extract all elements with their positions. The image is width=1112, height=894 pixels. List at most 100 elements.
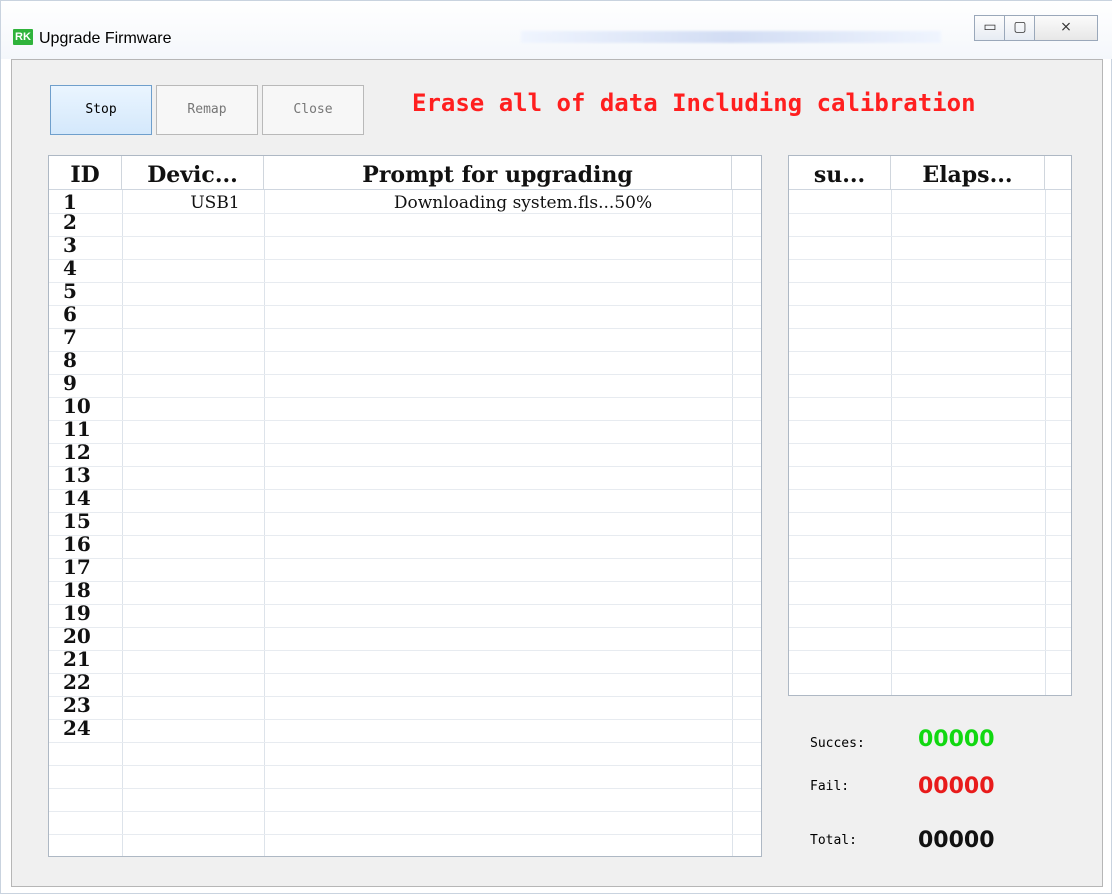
grid-row-line [49, 742, 761, 743]
column-header-prompt[interactable]: Prompt for upgrading [264, 156, 732, 190]
grid-row-line [49, 765, 761, 766]
grid-row-line [789, 443, 1071, 444]
row-id: 18 [63, 578, 91, 602]
row-id: 11 [63, 417, 91, 441]
column-header-filler [1045, 156, 1071, 190]
grid-row-line [789, 351, 1071, 352]
grid-row-line [49, 443, 761, 444]
grid-row-line [789, 604, 1071, 605]
row-prompt: Downloading system.fls...50% [393, 193, 653, 213]
grid-row-line [789, 259, 1071, 260]
row-id: 14 [63, 486, 91, 510]
total-count: 00000 [918, 828, 995, 853]
grid-row-line [49, 213, 761, 214]
row-id: 10 [63, 394, 91, 418]
maximize-button[interactable]: ▢ [1004, 15, 1036, 41]
grid-row-line [49, 236, 761, 237]
grid-row-line [789, 489, 1071, 490]
blurred-background-text [521, 31, 941, 43]
grid-row-line [49, 282, 761, 283]
grid-row-line [49, 328, 761, 329]
grid-row-line [789, 581, 1071, 582]
grid-row-line [789, 512, 1071, 513]
stop-button[interactable]: Stop [50, 85, 152, 135]
row-id: 19 [63, 601, 91, 625]
grid-row-line [789, 328, 1071, 329]
grid-row-line [49, 696, 761, 697]
grid-row-line [789, 558, 1071, 559]
grid-row-line [789, 213, 1071, 214]
grid-row-line [49, 305, 761, 306]
grid-row-line [49, 627, 761, 628]
grid-row-line [49, 466, 761, 467]
success-label: Succes: [810, 736, 865, 751]
grid-row-line [789, 627, 1071, 628]
fail-label: Fail: [810, 779, 850, 794]
grid-row-line [49, 788, 761, 789]
column-header-success[interactable]: su... [789, 156, 891, 190]
row-id: 1 [63, 190, 77, 214]
grid-row-line [49, 512, 761, 513]
grid-column-divider [732, 190, 733, 856]
column-header-elapsed[interactable]: Elaps... [891, 156, 1045, 190]
fail-count: 00000 [918, 774, 995, 799]
grid-row-line [49, 673, 761, 674]
row-id: 23 [63, 693, 91, 717]
row-id: 16 [63, 532, 91, 556]
row-id: 12 [63, 440, 91, 464]
remap-button[interactable]: Remap [156, 85, 258, 135]
grid-row-line [49, 650, 761, 651]
total-label: Total: [810, 833, 857, 848]
row-id: 13 [63, 463, 91, 487]
upgrade-firmware-window: RK Upgrade Firmware ▭ ▢ ⨯ Stop Remap Clo… [0, 0, 1112, 894]
grid-row-line [789, 282, 1071, 283]
grid-row-line [789, 673, 1071, 674]
grid-row-line [789, 305, 1071, 306]
rk-app-icon: RK [13, 29, 33, 45]
column-header-id[interactable]: ID [49, 156, 122, 190]
row-id: 8 [63, 348, 77, 372]
grid-row-line [49, 351, 761, 352]
grid-row-line [49, 420, 761, 421]
grid-row-line [789, 397, 1071, 398]
column-header-filler [732, 156, 761, 190]
grid-row-line [789, 466, 1071, 467]
row-id: 15 [63, 509, 91, 533]
grid-row-line [49, 259, 761, 260]
status-table[interactable]: su... Elaps... [788, 155, 1072, 696]
grid-row-line [49, 397, 761, 398]
grid-row-line [49, 581, 761, 582]
row-id: 3 [63, 233, 77, 257]
row-id: 21 [63, 647, 91, 671]
row-id: 20 [63, 624, 91, 648]
column-header-device[interactable]: Devic... [122, 156, 264, 190]
row-id: 5 [63, 279, 77, 303]
device-upgrade-table[interactable]: ID Devic... Prompt for upgrading 1 USB1 … [48, 155, 762, 857]
window-title: Upgrade Firmware [39, 30, 172, 47]
close-button[interactable]: Close [262, 85, 364, 135]
grid-row-line [49, 834, 761, 835]
row-id: 2 [63, 210, 77, 234]
success-count: 00000 [918, 727, 995, 752]
grid-row-line [49, 811, 761, 812]
grid-row-line [789, 236, 1071, 237]
grid-row-line [49, 558, 761, 559]
row-id: 7 [63, 325, 77, 349]
close-window-button[interactable]: ⨯ [1034, 15, 1098, 41]
row-id: 24 [63, 716, 91, 740]
grid-row-line [789, 374, 1071, 375]
grid-row-line [789, 420, 1071, 421]
row-id: 4 [63, 256, 77, 280]
row-id: 9 [63, 371, 77, 395]
minimize-button[interactable]: ▭ [974, 15, 1006, 41]
grid-row-line [789, 535, 1071, 536]
grid-column-divider [264, 190, 265, 856]
row-id: 22 [63, 670, 91, 694]
grid-row-line [49, 374, 761, 375]
grid-row-line [49, 535, 761, 536]
grid-row-line [49, 719, 761, 720]
grid-row-line [789, 650, 1071, 651]
erase-warning: Erase all of data Including calibration [412, 89, 976, 117]
row-id: 6 [63, 302, 77, 326]
grid-row-line [49, 489, 761, 490]
